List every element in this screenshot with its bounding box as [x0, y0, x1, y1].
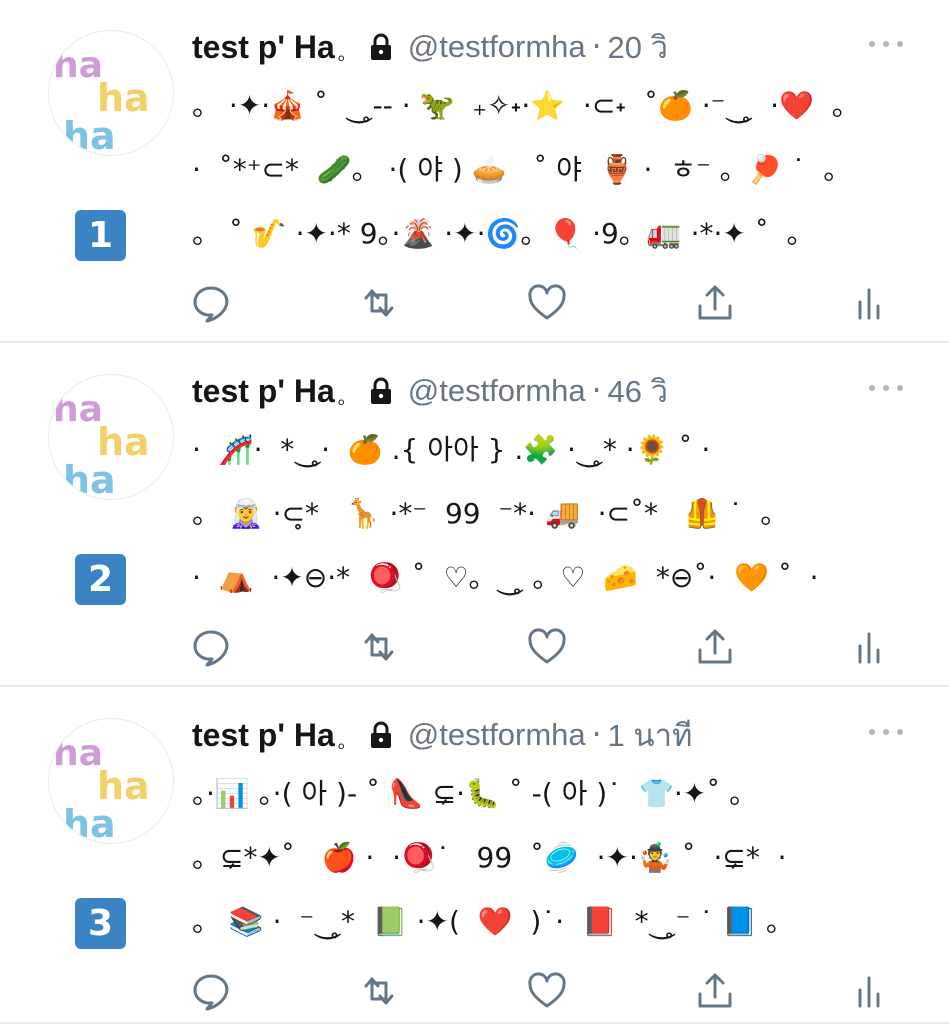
tweet[interactable]: ha ha ha 3 test p' Ha 。 @testformha · 1 … [0, 688, 949, 1028]
analytics-icon[interactable] [846, 624, 892, 670]
separator-dot: · [591, 717, 602, 753]
retweet-icon[interactable] [356, 624, 402, 670]
avatar[interactable]: ha ha ha [48, 30, 174, 156]
tweet-text-line: 。 📚 · ⁻⏝̥* 📗 ·✦( ❤️ )˙· 📕 *⏝̥⁻ ˙ 📘 。 [192, 905, 794, 938]
svg-text:ha: ha [53, 389, 103, 430]
tweet-text-line: 。 ·✦·🎪 ˚ ⏝̥-- · 🦖 ₊✧˖·⭐️ ·⊂˖ ˚🍊 ·⁻⏝̥ ·❤️… [192, 89, 860, 122]
number-badge: 2 [75, 554, 126, 605]
number-badge: 1 [75, 210, 126, 261]
tweet[interactable]: ha ha ha 1 test p' Ha 。 @testformha · 20… [0, 0, 949, 340]
reply-icon[interactable] [188, 280, 234, 326]
lock-icon [366, 32, 396, 62]
display-name[interactable]: test p' Ha [192, 29, 335, 66]
svg-text:ha: ha [63, 802, 116, 843]
user-handle[interactable]: @testformha [408, 29, 586, 65]
number-badge: 3 [75, 898, 126, 949]
name-suffix: 。 [337, 388, 356, 409]
svg-text:ha: ha [63, 114, 116, 155]
tweet-header: test p' Ha 。 @testformha · 46 วิ [192, 368, 668, 414]
avatar[interactable]: ha ha ha [48, 374, 174, 500]
tweet-header: test p' Ha 。 @testformha · 1 นาที [192, 712, 692, 758]
share-icon[interactable] [692, 624, 738, 670]
analytics-icon[interactable] [846, 968, 892, 1014]
divider [0, 341, 949, 343]
tweet-text-line: 。·📊 。·( 아 )- ˚ 👠 ⊊·🐛 ˚ -( 아 )˙ 👕·✦˚ 。 [192, 777, 758, 810]
user-handle[interactable]: @testformha [408, 373, 586, 409]
tweet-text-line: 。 ˚ 🎷 ·✦·* 9。·🌋 ·✦·🌀。🎈 ·9。🚛 ·*·✦ ˚ 。 [192, 217, 815, 250]
more-options-icon[interactable] [866, 376, 906, 400]
share-icon[interactable] [692, 968, 738, 1014]
analytics-icon[interactable] [846, 280, 892, 326]
svg-text:ha: ha [53, 45, 103, 86]
user-handle[interactable]: @testformha [408, 717, 586, 753]
divider [0, 685, 949, 687]
retweet-icon[interactable] [356, 280, 402, 326]
lock-icon [366, 376, 396, 406]
more-options-icon[interactable] [866, 32, 906, 56]
name-suffix: 。 [337, 44, 356, 65]
timestamp[interactable]: 20 วิ [608, 22, 669, 72]
tweet-text-line: · ⛺️ ·✦⊖·* 🪀 ˚ ♡。⏝̥ 。♡ 🧀 *⊖˚· 🧡 ˚ · [192, 561, 819, 594]
tweet-text-line: 。⊊*✦˚ 🍎 · ·🪀˙ 99 ˚🥏 ·✦·🤹 ˚ ·⊊* · [192, 841, 787, 874]
avatar[interactable]: ha ha ha [48, 718, 174, 844]
display-name[interactable]: test p' Ha [192, 373, 335, 410]
retweet-icon[interactable] [356, 968, 402, 1014]
timestamp[interactable]: 46 วิ [608, 366, 669, 416]
separator-dot: · [591, 373, 602, 409]
svg-text:ha: ha [63, 458, 116, 499]
tweet-header: test p' Ha 。 @testformha · 20 วิ [192, 24, 668, 70]
share-icon[interactable] [692, 280, 738, 326]
reply-icon[interactable] [188, 624, 234, 670]
separator-dot: · [591, 29, 602, 65]
more-options-icon[interactable] [866, 720, 906, 744]
display-name[interactable]: test p' Ha [192, 717, 335, 754]
tweet[interactable]: ha ha ha 2 test p' Ha 。 @testformha · 46… [0, 344, 949, 684]
timestamp[interactable]: 1 นาที [608, 710, 693, 760]
name-suffix: 。 [337, 732, 356, 753]
reply-icon[interactable] [188, 968, 234, 1014]
like-icon[interactable] [524, 968, 570, 1014]
tweet-text-line: · ˚*⁺⊂* 🥒。 ·( 야 ) 🥧 ˚ 야 🏺 · ㅎ⁻ 。🏓 ˙ 。 [192, 153, 852, 186]
tweet-text-line: 。 🧝‍♀️ ·⊂̥* 🦒 ·*⁻ 99 ⁻*· 🚚 ·⊂˚* 🦺 ˙ 。 [192, 497, 789, 530]
tweet-text-line: · 🎢· *⏝̥· 🍊 .{ 아아 } .🧩 ·⏝̥* ·🌻 ˚ · [192, 433, 711, 466]
like-icon[interactable] [524, 280, 570, 326]
like-icon[interactable] [524, 624, 570, 670]
svg-text:ha: ha [53, 733, 103, 774]
lock-icon [366, 720, 396, 750]
